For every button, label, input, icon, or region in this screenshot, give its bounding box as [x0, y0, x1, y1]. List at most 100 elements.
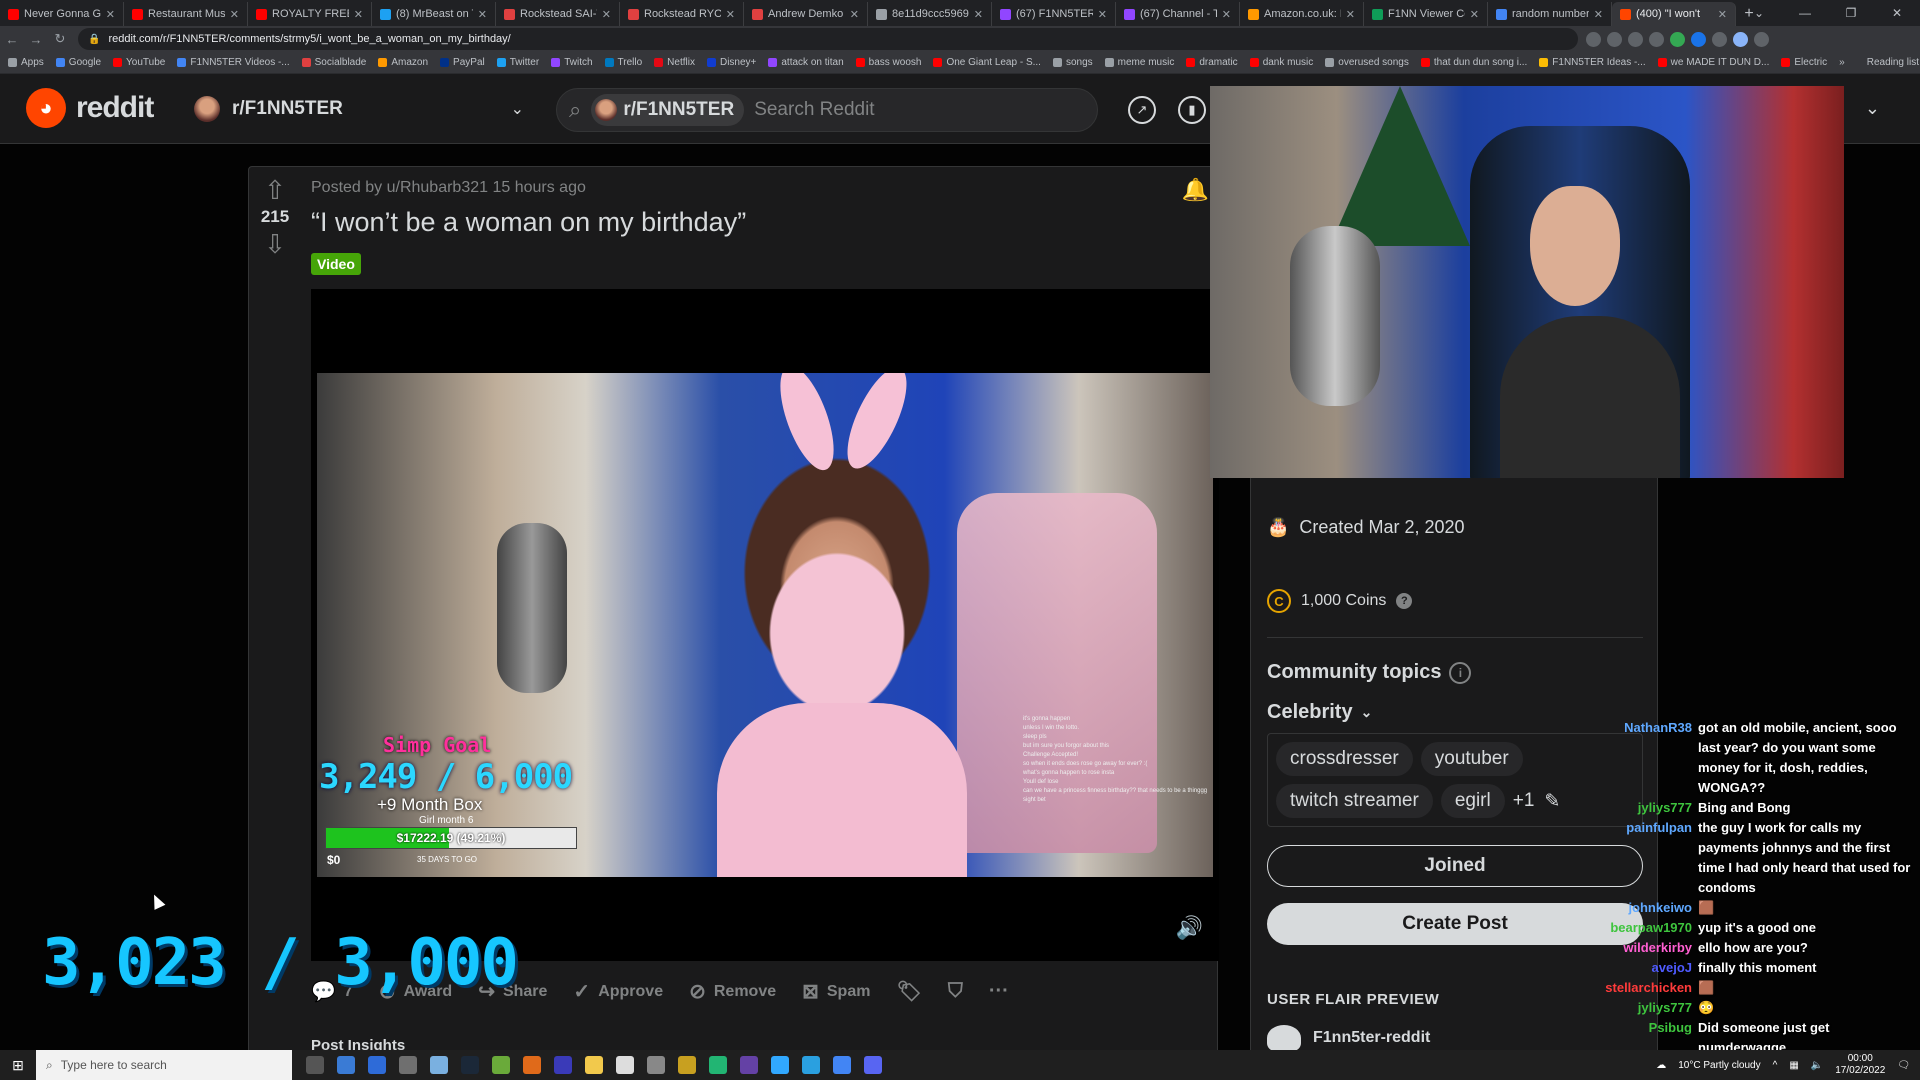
browser-tab[interactable]: (67) Channel - Twi ✕ [1116, 2, 1240, 26]
reload-icon[interactable]: ↻ [48, 28, 72, 50]
close-tab-icon[interactable]: ✕ [1470, 8, 1479, 21]
app-icon[interactable] [616, 1056, 634, 1074]
tray-chevron-icon[interactable]: ^ [1773, 1060, 1778, 1071]
bookmark-item[interactable]: F1NN5TER Videos -... [177, 57, 290, 68]
install-icon[interactable] [1586, 31, 1601, 47]
discord-icon[interactable] [864, 1056, 882, 1074]
reading-list-button[interactable]: Reading list [1867, 57, 1919, 68]
close-tab-icon[interactable]: ✕ [230, 8, 239, 21]
maximize-button[interactable]: ❐ [1828, 0, 1874, 26]
menu-icon[interactable] [1754, 31, 1769, 47]
joined-button[interactable]: Joined [1267, 845, 1643, 887]
taskbar-search[interactable]: ⌕ Type here to search [36, 1050, 292, 1080]
bookmark-item[interactable]: Twitter [496, 57, 539, 68]
close-tab-icon[interactable]: ✕ [354, 8, 363, 21]
post-action-approve[interactable]: ✓ Approve [573, 979, 663, 1004]
close-tab-icon[interactable]: ✕ [726, 8, 735, 21]
popular-icon[interactable]: ↗ [1128, 96, 1156, 124]
downvote-icon[interactable]: ⇩ [264, 231, 286, 257]
browser-tab[interactable]: ROYALTY FREE Ins ✕ [248, 2, 372, 26]
bookmark-item[interactable]: songs [1052, 57, 1093, 68]
volume-icon[interactable]: 🔊 [1176, 915, 1203, 941]
topic-chip[interactable]: youtuber [1420, 742, 1523, 776]
puzzle-icon[interactable] [1712, 31, 1727, 47]
bookmark-item[interactable]: Amazon [378, 57, 428, 68]
post-meta[interactable]: Posted by u/Rhubarb321 15 hours ago [311, 179, 586, 197]
edit-pencil-icon[interactable]: ✎ [1544, 790, 1560, 813]
app-icon[interactable] [523, 1056, 541, 1074]
close-tab-icon[interactable]: ✕ [850, 8, 859, 21]
bookmark-item[interactable]: Apps [8, 57, 44, 68]
bookmark-item[interactable]: overused songs [1325, 57, 1409, 68]
user-menu-chevron-icon[interactable]: ⌄ [1865, 98, 1880, 119]
close-window-button[interactable]: ✕ [1874, 0, 1920, 26]
topic-chip[interactable]: egirl [1440, 784, 1505, 818]
browser-tab[interactable]: random number g ✕ [1488, 2, 1612, 26]
search-bar[interactable]: ⌕ r/F1NN5TER Search Reddit [556, 88, 1098, 132]
volume-icon[interactable]: 🔈 [1811, 1060, 1823, 1071]
url-text[interactable]: reddit.com/r/F1NN5TER/comments/strmy5/i_… [108, 33, 510, 45]
bookmark-item[interactable]: Google [55, 57, 101, 68]
post-action-shield[interactable]: ⛉ [948, 980, 963, 1003]
windows-start-icon[interactable]: ⊞ [0, 1050, 36, 1080]
notifications-icon[interactable]: 🗨 [1897, 1060, 1910, 1071]
zoom-icon[interactable] [1607, 31, 1622, 47]
app-icon[interactable] [802, 1056, 820, 1074]
app-icon[interactable] [678, 1056, 696, 1074]
app-icon[interactable] [709, 1056, 727, 1074]
close-tab-icon[interactable]: ✕ [1594, 8, 1603, 21]
browser-tab[interactable]: F1NN Viewer Conf ✕ [1364, 2, 1488, 26]
address-bar[interactable]: 🔒 reddit.com/r/F1NN5TER/comments/strmy5/… [78, 28, 1578, 50]
stats-icon[interactable]: ▮ [1178, 96, 1206, 124]
task-view-icon[interactable] [306, 1056, 324, 1074]
topic-chip[interactable]: crossdresser [1276, 742, 1413, 776]
browser-tab[interactable]: (67) F1NN5TER's S ✕ [992, 2, 1116, 26]
tab-search-button[interactable]: ⌄ [1736, 0, 1782, 26]
more-bookmarks-icon[interactable]: » [1839, 57, 1845, 68]
bookmark-item[interactable]: PayPal [440, 57, 485, 68]
extension-icon[interactable] [1670, 31, 1685, 47]
browser-tab[interactable]: Amazon.co.uk: Lo ✕ [1240, 2, 1364, 26]
close-tab-icon[interactable]: ✕ [1098, 8, 1107, 21]
bookmark-item[interactable]: Twitch [551, 57, 593, 68]
bookmark-item[interactable]: YouTube [113, 57, 165, 68]
close-tab-icon[interactable]: ✕ [1718, 8, 1727, 21]
weather-text[interactable]: 10°C Partly cloudy [1678, 1060, 1760, 1071]
photoshop-icon[interactable] [771, 1056, 789, 1074]
bookmark-item[interactable]: dramatic [1186, 57, 1238, 68]
bookmark-item[interactable]: attack on titan [768, 57, 844, 68]
close-tab-icon[interactable]: ✕ [1346, 8, 1355, 21]
create-post-button[interactable]: Create Post [1267, 903, 1643, 945]
close-tab-icon[interactable]: ✕ [1222, 8, 1231, 21]
browser-tab[interactable]: Rockstead RYO H ✕ [620, 2, 744, 26]
info-icon[interactable]: i [1449, 661, 1472, 684]
clock[interactable]: 00:00 17/02/2022 [1835, 1053, 1885, 1077]
bookmark-item[interactable]: meme music [1104, 57, 1174, 68]
video-player[interactable]: Simp Goal 3,249 / 6,000 +9 Month Box Gir… [311, 289, 1219, 961]
post-flair[interactable]: Video [311, 253, 361, 275]
video-frame[interactable]: Simp Goal 3,249 / 6,000 +9 Month Box Gir… [317, 373, 1213, 877]
app-icon[interactable] [399, 1056, 417, 1074]
search-community-pill[interactable]: r/F1NN5TER [591, 94, 745, 126]
bookmark-item[interactable]: One Giant Leap - S... [933, 57, 1041, 68]
post-action-more[interactable]: ··· [989, 980, 1009, 1003]
forward-icon[interactable]: → [24, 28, 48, 50]
extension-icon[interactable] [1691, 31, 1706, 47]
post-action-remove[interactable]: ⊘ Remove [689, 979, 776, 1004]
help-icon[interactable]: ? [1396, 593, 1413, 609]
browser-tab[interactable]: Rockstead SAI-T-Z ✕ [496, 2, 620, 26]
bookmark-item[interactable]: Electric [1781, 57, 1827, 68]
browser-tab[interactable]: Restaurant Music ✕ [124, 2, 248, 26]
app-icon[interactable] [740, 1056, 758, 1074]
minecraft-icon[interactable] [492, 1056, 510, 1074]
topics-more[interactable]: +1 ✎ [1513, 784, 1561, 818]
primary-topic[interactable]: Celebrity ⌄ [1267, 701, 1372, 724]
bookmark-item[interactable]: bass woosh [855, 57, 921, 68]
browser-tab[interactable]: Andrew Demko Al ✕ [744, 2, 868, 26]
app-icon[interactable] [554, 1056, 572, 1074]
steam-icon[interactable] [461, 1056, 479, 1074]
close-tab-icon[interactable]: ✕ [974, 8, 983, 21]
browser-tab[interactable]: (8) MrBeast on Tw ✕ [372, 2, 496, 26]
bookmark-item[interactable]: dank music [1249, 57, 1313, 68]
bookmark-item[interactable]: Netflix [654, 57, 695, 68]
